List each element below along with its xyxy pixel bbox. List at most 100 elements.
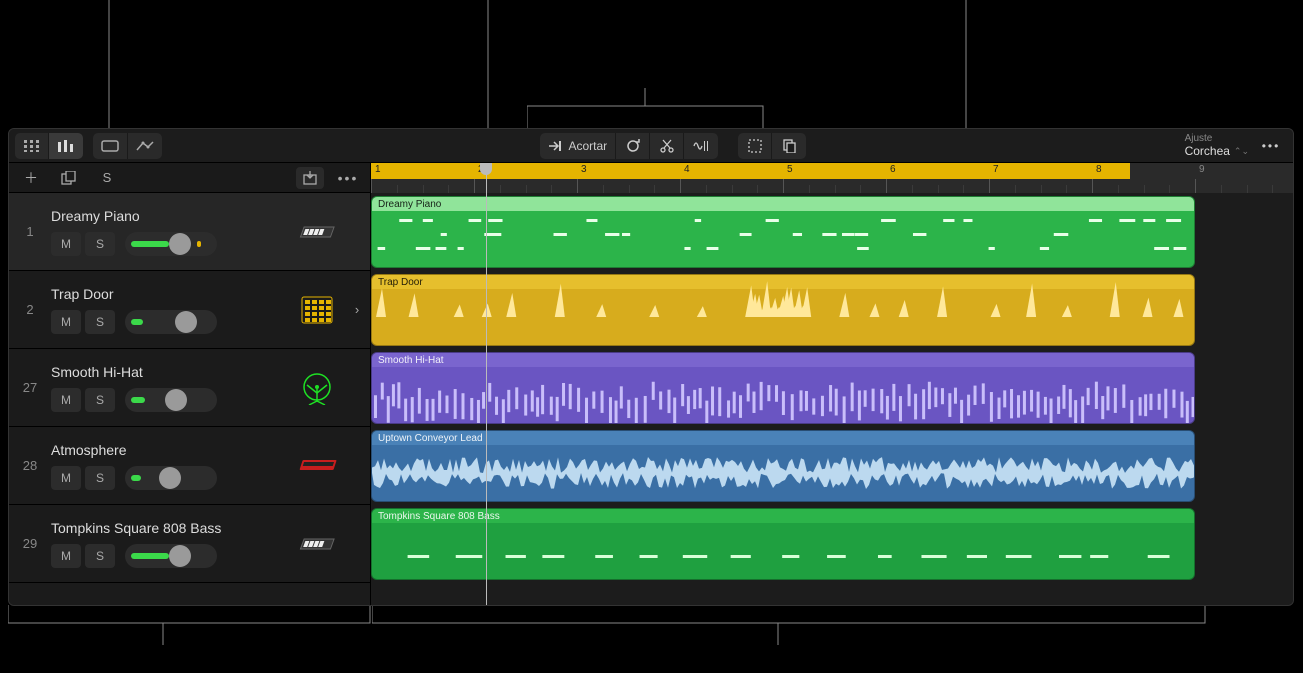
catch-playhead-button[interactable] [772, 133, 806, 159]
track-header[interactable]: 1 Dreamy Piano M S [9, 193, 370, 271]
trim-tool-label: Acortar [568, 139, 607, 153]
track-number: 27 [9, 380, 51, 395]
instrument-icon [294, 443, 340, 489]
solo-button[interactable]: S [85, 232, 115, 256]
mute-button[interactable]: M [51, 310, 81, 334]
trim-tool-button[interactable]: Acortar [540, 133, 616, 159]
volume-slider[interactable] [125, 466, 217, 490]
region-label: Trap Door [378, 277, 423, 288]
playhead[interactable] [486, 163, 487, 193]
ruler-bar-number: 9 [1199, 164, 1205, 175]
catch-icon [782, 139, 796, 153]
track-number: 29 [9, 536, 51, 551]
track-name-label: Dreamy Piano [51, 208, 288, 224]
plus-icon: ＋ [24, 168, 38, 188]
track-header[interactable]: 29 Tompkins Square 808 Bass M S [9, 505, 370, 583]
instrument-icon [294, 209, 340, 255]
track-header-controls: ＋ S ••• [9, 163, 371, 192]
tracks-region-area: Dreamy Piano Trap Door Smooth Hi-Hat Upt… [371, 193, 1293, 605]
marquee-button[interactable] [738, 133, 772, 159]
region-label: Tompkins Square 808 Bass [378, 511, 500, 522]
flex-icon [693, 139, 709, 153]
snap-value: Corchea [1185, 144, 1230, 158]
track-header[interactable]: 2 Trap Door M S › [9, 271, 370, 349]
timeline-ruler[interactable]: 123456789 [371, 163, 1293, 193]
solo-button[interactable]: S [85, 310, 115, 334]
region[interactable]: Tompkins Square 808 Bass [371, 508, 1195, 580]
tracks-menu-bar: Acortar Ajuste Corchea [9, 129, 1293, 163]
ruler-bar-number: 4 [684, 164, 690, 175]
region[interactable]: Uptown Conveyor Lead [371, 430, 1195, 502]
more-icon: ••• [1262, 139, 1281, 153]
snap-label: Ajuste [1185, 133, 1213, 144]
solo-label: S [103, 170, 112, 185]
view-switcher [15, 133, 83, 159]
tracks-area-window: Acortar Ajuste Corchea [8, 128, 1294, 606]
library-view-button[interactable] [15, 133, 49, 159]
edit-actions-group [738, 133, 806, 159]
track-header[interactable]: 28 Atmosphere M S [9, 427, 370, 505]
track-number: 2 [9, 302, 51, 317]
track-name-label: Trap Door [51, 286, 288, 302]
track-name-label: Atmosphere [51, 442, 288, 458]
volume-slider[interactable] [125, 544, 217, 568]
instrument-icon [294, 521, 340, 567]
marquee-icon [748, 139, 762, 153]
more-menu-button[interactable]: ••• [1259, 133, 1283, 159]
duplicate-icon [61, 171, 77, 185]
edit-tools-group: Acortar [540, 133, 718, 159]
ruler-bar-number: 6 [890, 164, 896, 175]
track-name-label: Smooth Hi-Hat [51, 364, 288, 380]
ruler-bar-number: 1 [375, 164, 381, 175]
instrument-icon [294, 365, 340, 411]
mute-button[interactable]: M [51, 466, 81, 490]
editor-mode-switcher [93, 133, 162, 159]
import-button[interactable] [296, 167, 324, 189]
ruler-bar-number: 7 [993, 164, 999, 175]
chevron-icon: ⌃⌄ [1234, 146, 1249, 157]
track-header-more-button[interactable]: ••• [334, 167, 362, 189]
flex-tool-button[interactable] [684, 133, 718, 159]
ruler-bar-number: 3 [581, 164, 587, 175]
solo-button[interactable]: S [85, 544, 115, 568]
automation-mode-button[interactable] [128, 133, 162, 159]
region-label: Dreamy Piano [378, 199, 441, 210]
loop-icon [626, 139, 640, 153]
snap-control[interactable]: Ajuste Corchea ⌃⌄ [1185, 133, 1249, 158]
track-name-label: Tompkins Square 808 Bass [51, 520, 288, 536]
track-headers-list: 1 Dreamy Piano M S 2 Trap Door [9, 193, 371, 605]
loop-tool-button[interactable] [616, 133, 650, 159]
track-number: 28 [9, 458, 51, 473]
volume-slider[interactable] [125, 310, 217, 334]
import-icon [303, 171, 317, 185]
mute-button[interactable]: M [51, 544, 81, 568]
volume-slider[interactable] [125, 232, 217, 256]
track-number: 1 [9, 224, 51, 239]
volume-slider[interactable] [125, 388, 217, 412]
instrument-icon [294, 287, 340, 333]
playhead-line[interactable] [486, 193, 487, 605]
more-icon: ••• [338, 170, 359, 186]
track-header[interactable]: 27 Smooth Hi-Hat M S [9, 349, 370, 427]
solo-button[interactable]: S [85, 466, 115, 490]
ruler-bar-number: 5 [787, 164, 793, 175]
chevron-right-icon[interactable]: › [355, 302, 359, 317]
solo-button[interactable]: S [85, 388, 115, 412]
region[interactable]: Dreamy Piano [371, 196, 1195, 268]
duplicate-track-button[interactable] [55, 167, 83, 189]
trim-icon [548, 140, 562, 152]
mixer-view-button[interactable] [49, 133, 83, 159]
region-label: Smooth Hi-Hat [378, 355, 444, 366]
region-label: Uptown Conveyor Lead [378, 433, 483, 444]
region[interactable]: Trap Door [371, 274, 1195, 346]
global-solo-button[interactable]: S [93, 167, 121, 189]
scissors-icon [660, 139, 674, 153]
split-tool-button[interactable] [650, 133, 684, 159]
mute-button[interactable]: M [51, 388, 81, 412]
mute-button[interactable]: M [51, 232, 81, 256]
ruler-bar-number: 8 [1096, 164, 1102, 175]
add-track-button[interactable]: ＋ [17, 167, 45, 189]
cycle-region[interactable] [371, 163, 1195, 179]
region[interactable]: Smooth Hi-Hat [371, 352, 1195, 424]
arrange-mode-button[interactable] [93, 133, 128, 159]
